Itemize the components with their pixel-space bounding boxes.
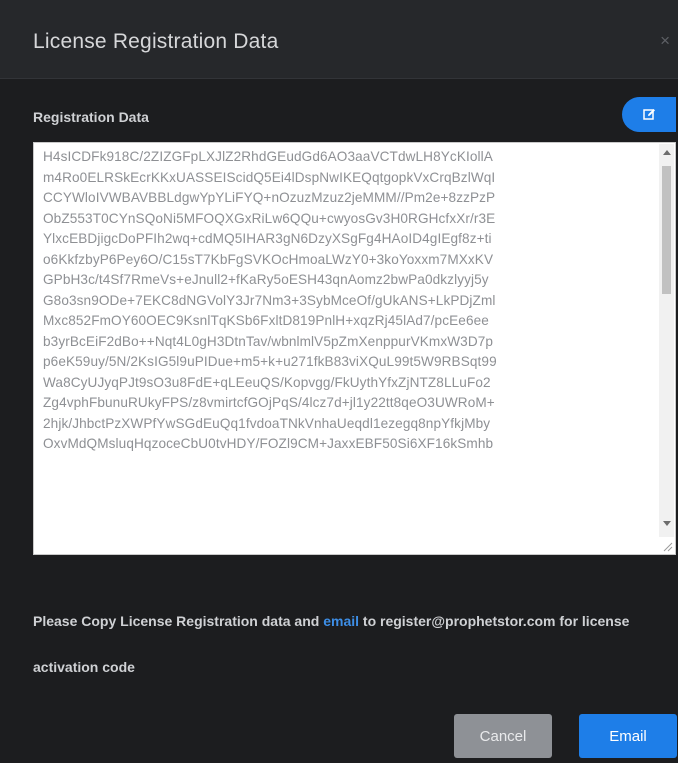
registration-data-line: H4sICDFk918C/2ZIZGFpLXJlZ2RhdGEudGd6AO3a… [43, 149, 493, 164]
registration-data-line: GPbH3c/t4Sf7RmeVs+eJnull2+fKaRy5oESH43qn… [43, 272, 489, 287]
dialog-title: License Registration Data [33, 30, 279, 53]
scroll-down-icon[interactable] [663, 521, 671, 526]
registration-data-line: YlxcEBDjigcDoPFIh2wq+cdMQ5IHAR3gN6DzyXSg… [43, 231, 492, 246]
license-registration-dialog: License Registration Data × Registration… [0, 0, 678, 763]
registration-data-line: Mxc852FmOY60OEC9KsnlTqKSb6FxltD819PnlH+x… [43, 313, 489, 328]
scroll-up-icon[interactable] [663, 150, 671, 155]
registration-data-text: H4sICDFk918C/2ZIZGFpLXJlZ2RhdGEudGd6AO3a… [43, 147, 653, 455]
registration-data-label: Registration Data [33, 109, 149, 125]
registration-data-line: 2hjk/JhbctPzXWPfYwSGdEuQq1fvdoaTNkVnhaUe… [43, 415, 491, 431]
registration-data-line: CCYWloIVWBAVBBLdgwYpYLiFYQ+nOzuzMzuz2jeM… [43, 190, 496, 205]
registration-data-line: ObZ553T0CYnSQoNi5MFOQXGxRiLw6QQu+cwyosGv… [43, 210, 496, 226]
registration-data-line: OxvMdQMsluqHqzoceCbU0tvHDY/FOZl9CM+JaxxE… [43, 436, 494, 451]
registration-data-line: G8o3sn9ODe+7EKC8dNGVolY3Jr7Nm3+3SybMceOf… [43, 292, 496, 308]
registration-data-line: Zg4vphFbunuRUkyFPS/z8vmirtcfGOjPqS/4lcz7… [43, 395, 495, 410]
edit-icon [642, 109, 655, 120]
registration-data-line: p6eK59uy/5N/2KsIG5l9uPIDue+m5+k+u271fkB8… [43, 354, 497, 369]
note-text-before: Please Copy License Registration data an… [33, 613, 324, 629]
dialog-header: License Registration Data × [0, 0, 678, 79]
scroll-thumb[interactable] [662, 166, 671, 294]
edit-button[interactable] [622, 97, 676, 132]
email-link[interactable]: email [323, 613, 359, 629]
email-button[interactable]: Email [579, 714, 677, 758]
close-icon[interactable]: × [660, 31, 670, 51]
cancel-button[interactable]: Cancel [454, 714, 552, 758]
registration-data-line: o6KkfzbyP6Pey6O/C15sT7KbFgSVKOcHmoaLWzY0… [43, 251, 494, 267]
copy-instructions: Please Copy License Registration data an… [33, 598, 678, 690]
registration-data-line: Wa8CyUJyqPJt9sO3u8FdE+qLEeuQS/Kopvgg/FkU… [43, 374, 491, 390]
registration-data-line: b3yrBcEiF2dBo++Nqt4L0gH3DtnTav/wbnlmlV5p… [43, 333, 494, 349]
vertical-scrollbar[interactable] [659, 144, 674, 537]
registration-data-textarea[interactable]: H4sICDFk918C/2ZIZGFpLXJlZ2RhdGEudGd6AO3a… [33, 142, 676, 555]
resize-grip-icon[interactable] [661, 540, 673, 552]
registration-data-line: m4Ro0ELRSkEcrKKxUASSEIScidQ5Ei4lDspNwIKE… [43, 169, 496, 185]
